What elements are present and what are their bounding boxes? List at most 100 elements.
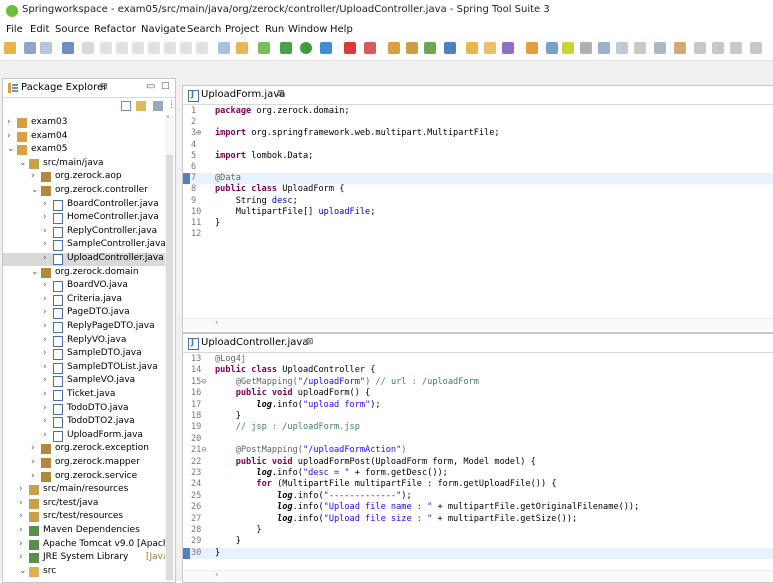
save-all-icon[interactable] <box>40 42 52 54</box>
tree-item[interactable]: › BoardController.java <box>3 199 165 212</box>
code-line[interactable]: 25 log.info("-------------"); <box>183 491 773 502</box>
code-line[interactable]: 7 @Data <box>183 173 773 185</box>
expand-icon[interactable]: › <box>43 348 51 358</box>
tree-item[interactable]: › Criteria.java <box>3 294 165 307</box>
link-with-editor-icon[interactable] <box>136 101 146 111</box>
resume-icon[interactable] <box>100 42 112 54</box>
expand-icon[interactable]: › <box>19 498 27 508</box>
menu-project[interactable]: Project <box>225 24 259 35</box>
expand-icon[interactable]: › <box>43 403 51 413</box>
coverage-icon[interactable] <box>320 42 332 54</box>
collapse-icon[interactable]: ⌄ <box>19 158 27 168</box>
scroll-up-icon[interactable]: ˄ <box>166 115 170 124</box>
code-line[interactable]: 14 public class UploadController { <box>183 365 773 376</box>
menu-window[interactable]: Window <box>288 24 327 35</box>
tree-item[interactable]: › ReplyController.java <box>3 226 165 239</box>
tree-item[interactable]: ⌄ src/main/java <box>3 158 165 171</box>
expand-icon[interactable]: › <box>7 131 15 141</box>
menu-help[interactable]: Help <box>330 24 353 35</box>
skip-breakpoints-icon[interactable] <box>82 42 94 54</box>
open-type-icon[interactable] <box>466 42 478 54</box>
scrollbar-thumb[interactable] <box>166 155 173 580</box>
expand-icon[interactable]: › <box>43 430 51 440</box>
code-line[interactable]: 22 public void uploadFormPost(UploadForm… <box>183 457 773 468</box>
code-line[interactable]: 1 package org.zerock.domain; <box>183 106 773 117</box>
expand-icon[interactable]: › <box>19 484 27 494</box>
code-line[interactable]: 24 for (MultipartFile multipartFile : fo… <box>183 479 773 490</box>
toggle-mark-icon[interactable] <box>580 42 592 54</box>
tree-item[interactable]: › src/main/resources <box>3 484 165 497</box>
menu-search[interactable]: Search <box>187 24 221 35</box>
expand-icon[interactable]: › <box>43 212 51 222</box>
collapse-all-icon[interactable] <box>121 101 131 111</box>
expand-icon[interactable]: › <box>43 416 51 426</box>
code-line[interactable]: 16 public void uploadForm() { <box>183 388 773 399</box>
scroll-left-icon[interactable]: ‹ <box>215 318 219 328</box>
new-class-icon[interactable] <box>424 42 436 54</box>
collapse-icon[interactable]: ⌄ <box>31 185 39 195</box>
close-icon[interactable]: ⊠ <box>306 337 314 347</box>
save-icon[interactable] <box>24 42 36 54</box>
next-annotation-icon[interactable] <box>654 42 666 54</box>
tree-item[interactable]: › SampleDTO.java <box>3 348 165 361</box>
terminal-icon[interactable] <box>62 42 74 54</box>
code-line[interactable]: 13 @Log4j <box>183 354 773 365</box>
tree-item[interactable]: › exam03 <box>3 117 165 130</box>
code-line[interactable]: 11} <box>183 218 773 229</box>
previous-annotation-icon[interactable] <box>674 42 686 54</box>
expand-icon[interactable]: › <box>19 539 27 549</box>
expand-icon[interactable]: › <box>19 511 27 521</box>
new-java-project-icon[interactable] <box>388 42 400 54</box>
block-selection-icon[interactable] <box>598 42 610 54</box>
step-return-icon[interactable] <box>196 42 208 54</box>
code-line[interactable]: 20 <box>183 434 773 445</box>
menu-edit[interactable]: Edit <box>30 24 49 35</box>
minimize-icon[interactable]: ▭ <box>146 81 155 92</box>
horizontal-scrollbar[interactable]: ‹ <box>183 570 773 581</box>
step-over-icon[interactable] <box>180 42 192 54</box>
expand-icon[interactable]: › <box>43 362 51 372</box>
new-icon[interactable] <box>4 42 16 54</box>
tree-item[interactable]: › exam04 <box>3 131 165 144</box>
tree-item[interactable]: ⌄ org.zerock.controller <box>3 185 165 198</box>
maximize-icon[interactable]: □ <box>161 81 170 91</box>
tree-item[interactable]: › org.zerock.service <box>3 471 165 484</box>
code-line[interactable]: 3⊕ import org.springframework.web.multipa… <box>183 128 773 139</box>
tree-item[interactable]: › HomeController.java <box>3 212 165 225</box>
menu-file[interactable]: File <box>6 24 23 35</box>
editor-tab-title[interactable]: UploadForm.java <box>201 89 285 100</box>
open-folder-icon[interactable] <box>526 42 538 54</box>
code-line[interactable]: 27 log.info("Upload file size : " + mult… <box>183 514 773 525</box>
expand-icon[interactable]: › <box>43 335 51 345</box>
tree-item[interactable]: › TodoDTO2.java <box>3 416 165 429</box>
code-line[interactable]: 2 <box>183 117 773 128</box>
expand-icon[interactable]: › <box>43 307 51 317</box>
disconnect-icon[interactable] <box>148 42 160 54</box>
expand-icon[interactable]: › <box>31 443 39 453</box>
run-icon[interactable] <box>300 42 312 54</box>
menu-navigate[interactable]: Navigate <box>141 24 186 35</box>
pin-icon[interactable] <box>750 42 762 54</box>
tree-item[interactable]: › Maven Dependencies <box>3 525 165 538</box>
menu-run[interactable]: Run <box>265 24 284 35</box>
use-step-filters-icon[interactable] <box>218 42 230 54</box>
expand-icon[interactable]: › <box>43 239 51 249</box>
annotation-icon[interactable] <box>546 42 558 54</box>
more-icon[interactable]: ⋮ <box>167 100 176 110</box>
tree-item[interactable]: › SampleVO.java <box>3 375 165 388</box>
code-line[interactable]: 18 } <box>183 411 773 422</box>
menu-refactor[interactable]: Refactor <box>94 24 136 35</box>
tree-item[interactable]: › UploadForm.java <box>3 430 165 443</box>
tree-item[interactable]: › Apache Tomcat v9.0 [Apach <box>3 539 165 552</box>
tree-item[interactable]: › Ticket.java <box>3 389 165 402</box>
forward-icon[interactable] <box>730 42 742 54</box>
tree-item[interactable]: › SampleDTOList.java <box>3 362 165 375</box>
expand-icon[interactable]: › <box>19 552 27 562</box>
scroll-left-icon[interactable]: ‹ <box>215 570 219 580</box>
expand-icon[interactable]: › <box>43 199 51 209</box>
show-whitespace-icon[interactable] <box>616 42 628 54</box>
code-line[interactable]: 19 // jsp : /uploadForm.jsp <box>183 422 773 433</box>
code-line[interactable]: 17 log.info("upload form"); <box>183 400 773 411</box>
view-menu-icon[interactable] <box>153 101 163 111</box>
debug-icon[interactable] <box>280 42 292 54</box>
